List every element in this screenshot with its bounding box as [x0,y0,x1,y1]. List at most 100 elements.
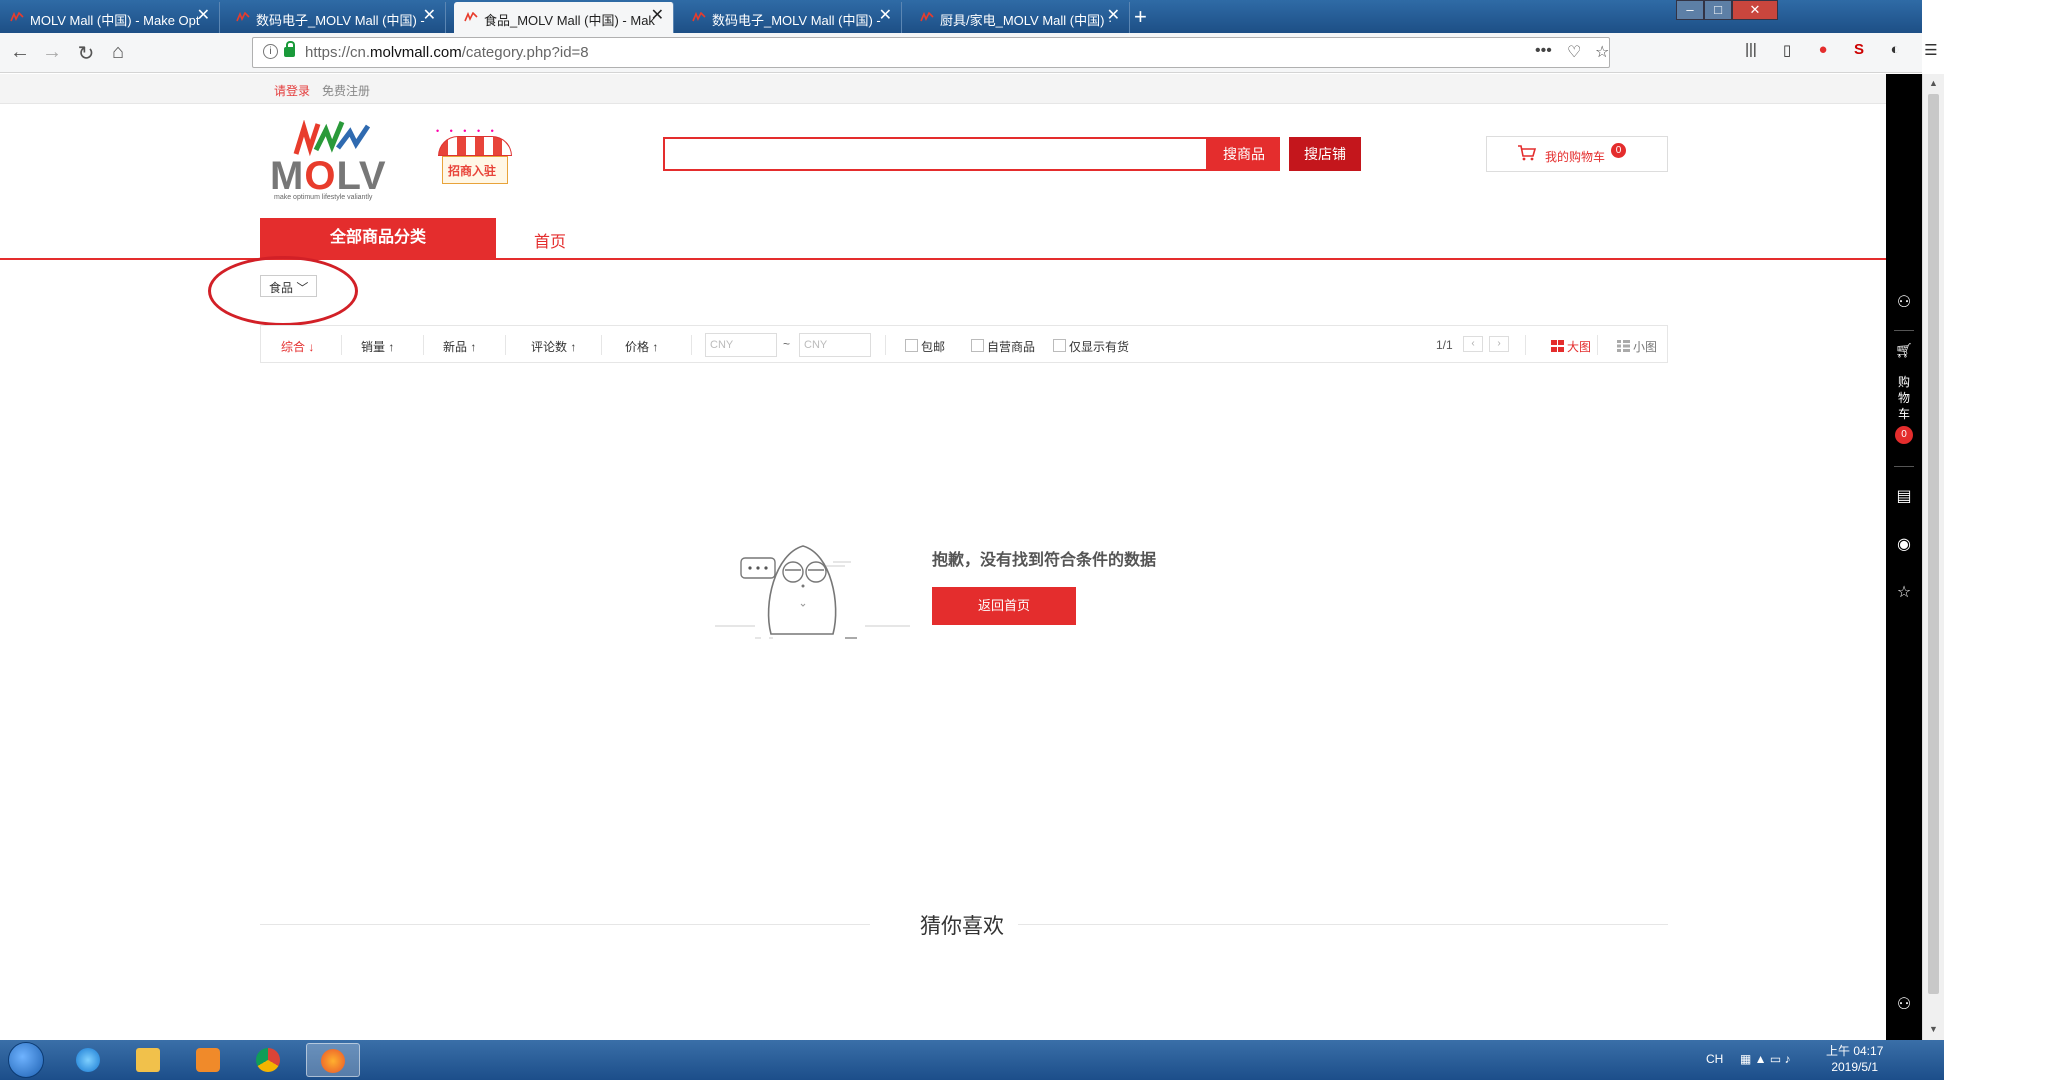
windows-start-icon[interactable] [8,1042,44,1078]
all-categories-button[interactable]: 全部商品分类 [260,218,496,258]
new-tab-button[interactable]: + [1134,4,1147,30]
merchant-label: 招商入驻 [448,164,497,178]
cart-icon[interactable]: 🛒︎ [1886,342,1922,359]
media-player-taskbar-icon[interactable] [182,1043,236,1077]
close-icon[interactable]: ✕ [1107,8,1120,24]
ie-taskbar-icon[interactable] [62,1043,116,1077]
maximize-button[interactable]: □ [1704,0,1732,20]
browser-tab-4[interactable]: 数码电子_MOLV Mall (中国) - ✕ [682,2,902,33]
back-icon[interactable]: ← [8,41,32,64]
pocket-icon[interactable]: ♡ [1567,42,1581,62]
home-nav-link[interactable]: 首页 [534,228,566,252]
order-list-icon[interactable]: ▤ [1886,486,1922,506]
close-icon[interactable]: ✕ [423,8,436,24]
view-small-button[interactable]: 小图 [1617,338,1657,355]
url-text[interactable]: https://cn.molvmall.com/category.php?id=… [305,44,589,61]
star-icon[interactable]: ☆ [1886,582,1922,602]
register-link[interactable]: 免费注册 [322,82,370,99]
bookmark-star-icon[interactable]: ☆ [1595,42,1609,62]
sidebar-cart-button[interactable]: 购物车 [1886,374,1922,422]
molv-logo[interactable]: MOLV make optimum lifestyle valiantly [270,118,394,201]
sort-reviews[interactable]: 评论数 ↑ [531,338,576,355]
firefox-taskbar-icon[interactable] [306,1043,360,1077]
price-max-input[interactable]: CNY [799,333,871,357]
in-stock-checkbox[interactable]: 仅显示有货 [1053,338,1129,355]
adblock-icon[interactable]: ● [1812,41,1834,59]
logo-text: MOLV [270,154,387,198]
divider-line [260,924,870,925]
awning-icon [438,136,512,156]
search-goods-button[interactable]: 搜商品 [1208,137,1280,171]
browser-tab-bar: MOLV Mall (中国) - Make Opt ✕ 数码电子_MOLV Ma… [0,0,1922,33]
top-strip: 请登录 免费注册 [0,74,1886,104]
lock-icon[interactable] [284,41,295,57]
extension-s-icon[interactable]: S [1848,41,1870,59]
toolbar-icons: ||| ▯ ● S ◐ ☰ [1740,41,1942,59]
chrome-taskbar-icon[interactable] [242,1043,296,1077]
browser-tab-2[interactable]: 数码电子_MOLV Mall (中国) - ✕ [226,2,446,33]
recommend-title: 猜你喜欢 [920,915,1004,938]
my-cart-button[interactable]: 我的购物车 0 [1486,136,1668,172]
eye-icon[interactable]: ◉ [1886,534,1922,554]
browser-tab-3-active[interactable]: 食品_MOLV Mall (中国) - Mak ✕ [454,2,674,33]
sort-comprehensive[interactable]: 综合 ↓ [281,338,314,355]
next-page-icon[interactable]: › [1489,336,1509,352]
more-actions-icon[interactable]: ••• [1535,42,1552,60]
system-clock[interactable]: 上午 04:17 2019/5/1 [1826,1043,1883,1075]
divider-line [1018,924,1668,925]
ime-indicator[interactable]: CH [1706,1052,1723,1066]
free-shipping-checkbox[interactable]: 包邮 [905,338,945,355]
user-icon[interactable]: ⚇ [1886,292,1922,312]
sort-sales[interactable]: 销量 ↑ [361,338,394,355]
page-indicator: 1/1 [1436,338,1453,352]
close-window-button[interactable]: ✕ [1732,0,1778,20]
sidebar-cart-label: 购物车 [1897,375,1910,421]
sidebar-icon[interactable]: ▯ [1776,41,1798,59]
library-icon[interactable]: ||| [1740,41,1762,59]
explorer-taskbar-icon[interactable] [122,1043,176,1077]
window-controls: – □ ✕ [1676,0,1780,20]
search-shop-button[interactable]: 搜店铺 [1289,137,1361,171]
clock-date: 2019/5/1 [1831,1060,1879,1074]
minimize-button[interactable]: – [1676,0,1704,20]
reload-icon[interactable]: ↻ [74,41,98,66]
home-icon[interactable]: ⌂ [106,41,130,64]
page-content: 请登录 免费注册 MOLV make optimum lifestyle val… [0,74,1886,1040]
forward-icon[interactable]: → [40,41,64,64]
extension-icon[interactable]: ◐ [1884,41,1906,59]
price-min-input[interactable]: CNY [705,333,777,357]
prev-page-icon[interactable]: ‹ [1463,336,1483,352]
sort-new[interactable]: 新品 ↑ [443,338,476,355]
address-bar[interactable]: i https://cn.molvmall.com/category.php?i… [252,37,1610,68]
sidebar-cart-badge: 0 [1895,426,1913,444]
login-link[interactable]: 请登录 [274,82,310,99]
info-icon[interactable]: i [263,44,278,59]
page-scrollbar[interactable]: ▲ ▼ [1922,74,1944,1040]
tab-label: 食品_MOLV Mall (中国) - Mak [484,13,655,28]
browser-tab-1[interactable]: MOLV Mall (中国) - Make Opt ✕ [0,2,220,33]
scroll-thumb[interactable] [1928,94,1939,994]
tray-icons[interactable]: ▦ ▲ ▭ ♪ [1740,1052,1791,1066]
scroll-down-icon[interactable]: ▼ [1929,1024,1938,1034]
molv-favicon-icon [464,12,478,22]
tab-label: 厨具/家电_MOLV Mall (中国) · [940,13,1113,28]
empty-message: 抱歉，没有找到符合条件的数据 [932,552,1157,569]
scroll-up-icon[interactable]: ▲ [1929,78,1938,88]
close-icon[interactable]: ✕ [879,8,892,24]
user-icon[interactable]: ⚇ [1886,994,1922,1014]
browser-tab-5[interactable]: 厨具/家电_MOLV Mall (中国) · ✕ [910,2,1130,33]
self-operated-checkbox[interactable]: 自营商品 [971,338,1035,355]
shopping-cart-icon [1518,145,1537,161]
view-big-button[interactable]: 大图 [1551,338,1591,355]
sort-price[interactable]: 价格 ↑ [625,338,658,355]
merchant-join-banner[interactable]: • • • • • 招商入驻 [436,126,516,192]
back-to-home-button[interactable]: 返回首页 [932,587,1076,625]
annotation-circle [208,256,358,326]
arrow-up-icon: ↑ [652,340,659,354]
search-input[interactable] [663,137,1208,171]
arrow-down-icon: ↓ [308,340,315,354]
grid-icon [1551,340,1564,352]
close-icon[interactable]: ✕ [197,8,210,24]
menu-icon[interactable]: ☰ [1920,41,1942,59]
close-icon[interactable]: ✕ [651,8,664,24]
